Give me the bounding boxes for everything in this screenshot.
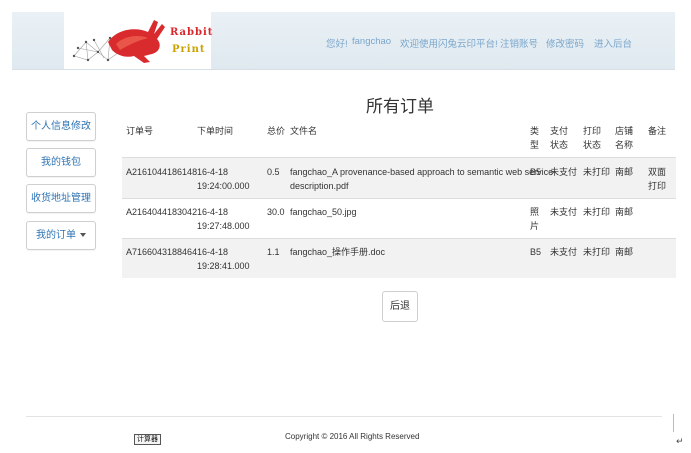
row-divider <box>122 198 676 199</box>
order-no: A7166043188464 <box>126 247 198 257</box>
order-print-status: 未打印 <box>583 207 611 217</box>
copyright-text: Copyright © 2016 All Rights Reserved <box>285 432 420 441</box>
order-pay-status: 未支付 <box>550 247 578 257</box>
change-password-link[interactable]: 修改密码 <box>546 36 584 50</box>
sidebar-item-wallet[interactable]: 我的钱包 <box>26 148 96 177</box>
col-header-total: 总价 <box>267 126 286 136</box>
order-clock: 19:24:00.000 <box>197 181 250 191</box>
order-pay-status: 未支付 <box>550 167 578 177</box>
order-date: 16-4-18 <box>197 207 229 217</box>
return-mark-icon: ↵ <box>676 436 684 446</box>
order-filename: fangchao_A provenance-based approach to … <box>290 167 554 177</box>
col-header-type: 类型 <box>530 126 540 150</box>
text-cursor <box>673 414 674 432</box>
rabbit-logo-icon <box>72 20 165 63</box>
order-total: 0.5 <box>267 167 280 177</box>
order-note: 双面打印 <box>648 167 667 191</box>
order-pay-status: 未支付 <box>550 207 578 217</box>
order-type: 照片 <box>530 207 540 231</box>
order-date: 16-4-18 <box>197 247 229 257</box>
order-date: 16-4-18 <box>197 167 229 177</box>
order-total: 30.0 <box>267 207 285 217</box>
caret-down-icon <box>80 233 86 238</box>
username-link[interactable]: fangchao <box>352 36 391 47</box>
col-header-pay-status: 支付状态 <box>550 126 569 150</box>
page-title: 所有订单 <box>366 97 434 116</box>
calculator-button[interactable]: 计算器 <box>134 434 161 445</box>
col-header-shop: 店铺名称 <box>615 126 634 150</box>
back-button[interactable]: 后退 <box>382 291 418 322</box>
footer-divider <box>26 416 662 417</box>
sidebar-item-label: 收货地址管理 <box>31 193 91 204</box>
col-header-order-no: 订单号 <box>126 126 154 136</box>
order-shop: 南邮 <box>615 247 634 257</box>
order-shop: 南邮 <box>615 167 634 177</box>
sidebar-item-label: 我的订单 <box>36 230 76 241</box>
order-filename: fangchao_操作手册.doc <box>290 247 386 257</box>
col-header-note: 备注 <box>648 126 667 136</box>
logo-text: Rabbit Print <box>170 24 213 58</box>
order-total: 1.1 <box>267 247 280 257</box>
order-no: A2164044183042 <box>126 207 198 217</box>
order-filename: fangchao_50.jpg <box>290 207 357 217</box>
logo-line1: Rabbit <box>170 27 214 38</box>
logo-line2: Print <box>172 44 206 55</box>
logo[interactable]: Rabbit Print <box>64 12 213 69</box>
order-shop: 南邮 <box>615 207 634 217</box>
admin-link[interactable]: 进入后台 <box>594 36 632 50</box>
greeting-text: 您好! <box>326 39 348 50</box>
col-header-order-time: 下单时间 <box>197 126 234 136</box>
order-print-status: 未打印 <box>583 167 611 177</box>
sidebar-item-label: 我的钱包 <box>41 157 81 168</box>
sidebar-item-orders-dropdown[interactable]: 我的订单 <box>26 221 96 250</box>
order-no: A2161044186148 <box>126 167 198 177</box>
order-filename-cont: description.pdf <box>290 181 349 191</box>
welcome-text: 欢迎使用闪兔云印平台! <box>400 39 498 50</box>
sidebar-item-address[interactable]: 收货地址管理 <box>26 184 96 213</box>
order-clock: 19:28:41.000 <box>197 261 250 271</box>
order-type: B5 <box>530 247 542 257</box>
sidebar-item-label: 个人信息修改 <box>31 121 91 132</box>
col-header-print-status: 打印状态 <box>583 126 602 150</box>
site-header: Rabbit Print 您好! fangchao 欢迎使用闪兔云印平台! 注销… <box>12 12 675 70</box>
order-clock: 19:27:48.000 <box>197 221 250 231</box>
col-header-filename: 文件名 <box>290 126 318 136</box>
order-type: B5 <box>530 167 542 177</box>
sidebar-item-profile[interactable]: 个人信息修改 <box>26 112 96 141</box>
logout-link[interactable]: 注销账号 <box>500 36 538 50</box>
order-print-status: 未打印 <box>583 247 611 257</box>
